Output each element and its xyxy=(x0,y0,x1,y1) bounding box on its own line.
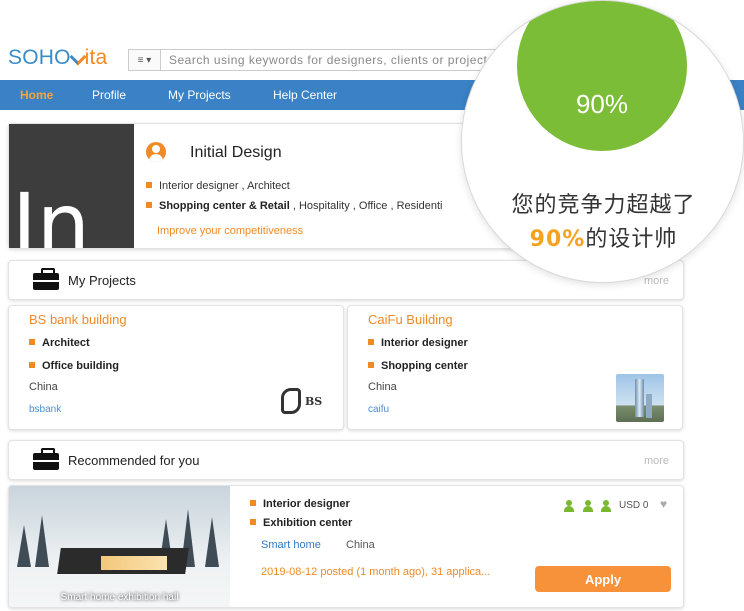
image-caption: Smart home exhibition hall xyxy=(60,592,179,603)
rec-tag: Interior designer xyxy=(250,498,350,510)
role-2: Architect xyxy=(247,180,290,192)
logo-text-ita: ita xyxy=(84,46,108,69)
specialty-separator: , xyxy=(349,200,359,212)
bs-logo-mark-icon xyxy=(281,388,301,414)
rec-tag: Exhibition center xyxy=(250,517,352,529)
person-icon xyxy=(583,500,593,512)
project-country: China xyxy=(29,381,58,393)
search-input[interactable] xyxy=(160,49,520,71)
rec-tag-label: Exhibition center xyxy=(263,517,353,529)
rec-project-type-link[interactable]: Smart home xyxy=(261,539,321,551)
logo-text-soho: SOHO xyxy=(8,46,71,69)
recommended-more-link[interactable]: more xyxy=(644,455,669,467)
specialty-separator: , xyxy=(289,200,299,212)
specialty-2: Hospitality xyxy=(298,200,350,212)
nav-home[interactable]: Home xyxy=(20,80,53,110)
project-tag: Architect xyxy=(29,337,90,349)
competitiveness-percent: 90% xyxy=(575,89,629,119)
nav-my-projects[interactable]: My Projects xyxy=(168,80,231,110)
briefcase-icon xyxy=(33,268,59,290)
my-projects-more-link[interactable]: more xyxy=(644,275,669,287)
project-image[interactable]: Smart home exhibition hall xyxy=(9,486,230,607)
bullet-square-icon xyxy=(368,339,374,346)
person-icon xyxy=(601,500,611,512)
project-country: China xyxy=(368,381,397,393)
tower-shape xyxy=(635,379,644,417)
improve-competitiveness-link[interactable]: Improve your competitiveness xyxy=(157,225,303,237)
search-category-select[interactable]: ≡ ▾ xyxy=(128,49,160,71)
recommended-title: Recommended for you xyxy=(68,453,200,468)
project-tag-label: Interior designer xyxy=(381,337,468,349)
profile-specialties: Shopping center & Retail , Hospitality ,… xyxy=(146,200,442,212)
project-tag-label: Office building xyxy=(42,360,119,372)
recommended-header: Recommended for you more xyxy=(8,440,684,480)
project-thumbnail[interactable] xyxy=(616,374,664,422)
profile-name: Initial Design xyxy=(190,144,282,161)
person-icon xyxy=(564,500,574,512)
bullet-square-icon xyxy=(250,519,256,526)
avatar-letters: In xyxy=(12,175,91,248)
rec-country: China xyxy=(346,539,375,551)
nav-profile[interactable]: Profile xyxy=(92,80,126,110)
project-tag-label: Shopping center xyxy=(381,360,468,372)
specialty-separator: , xyxy=(387,200,397,212)
tree-shape xyxy=(17,525,31,567)
house-window-shape xyxy=(101,556,167,570)
user-icon xyxy=(146,142,166,162)
project-tag: Interior designer xyxy=(368,337,468,349)
tree-shape xyxy=(35,515,49,567)
apply-button[interactable]: Apply xyxy=(535,566,671,592)
competitiveness-highlight: 90% xyxy=(529,227,586,252)
project-tag: Office building xyxy=(29,360,119,372)
profile-roles: Interior designer , Architect xyxy=(146,180,290,192)
heart-icon[interactable]: ♥ xyxy=(660,497,667,511)
logo-v-mark xyxy=(69,48,87,66)
competitiveness-text-rest: 的设计帅 xyxy=(585,227,678,252)
bs-logo-text: BS xyxy=(305,395,323,408)
project-link[interactable]: caifu xyxy=(368,404,389,415)
bs-logo: BS xyxy=(281,388,323,416)
competitiveness-text-line1: 您的竞争力超越了 xyxy=(511,193,696,218)
role-1: Interior designer xyxy=(159,180,239,192)
project-title[interactable]: BS bank building xyxy=(29,312,127,327)
specialty-1: Shopping center & Retail xyxy=(159,200,290,212)
recommended-project-card[interactable]: Smart home exhibition hall Interior desi… xyxy=(8,485,684,608)
briefcase-icon xyxy=(33,448,59,470)
project-tag-label: Architect xyxy=(42,337,90,349)
tree-shape xyxy=(205,517,219,567)
bullet-square-icon xyxy=(29,339,35,346)
avatar[interactable]: In xyxy=(9,124,134,248)
competitiveness-text-line2: 90%的设计帅 xyxy=(462,221,743,253)
project-tag: Shopping center xyxy=(368,360,468,372)
rec-tag-label: Interior designer xyxy=(263,498,350,510)
price-label: USD 0 xyxy=(619,500,649,511)
bullet-square-icon xyxy=(29,362,35,369)
nav-help-center[interactable]: Help Center xyxy=(273,80,337,110)
bullet-square-icon xyxy=(250,500,256,507)
project-link[interactable]: bsbank xyxy=(29,404,61,415)
rec-posted-info: 2019-08-12 posted (1 month ago), 31 appl… xyxy=(261,566,491,578)
specialty-3: Office xyxy=(358,200,388,212)
bullet-square-icon xyxy=(146,202,152,209)
project-title[interactable]: CaiFu Building xyxy=(368,312,453,327)
sohovita-logo[interactable]: SOHO ita xyxy=(8,46,107,70)
bullet-square-icon xyxy=(146,182,152,189)
bullet-square-icon xyxy=(368,362,374,369)
tower-shape xyxy=(646,394,652,418)
specialty-4: Residenti xyxy=(396,200,443,212)
project-card-caifu[interactable]: CaiFu Building Interior designer Shoppin… xyxy=(347,305,683,430)
project-card-bs-bank[interactable]: BS bank building Architect Office buildi… xyxy=(8,305,344,430)
my-projects-title: My Projects xyxy=(68,273,136,288)
role-separator: , xyxy=(238,180,248,192)
competitiveness-badge: 90% 您的竞争力超越了 90%的设计帅 xyxy=(461,0,744,283)
